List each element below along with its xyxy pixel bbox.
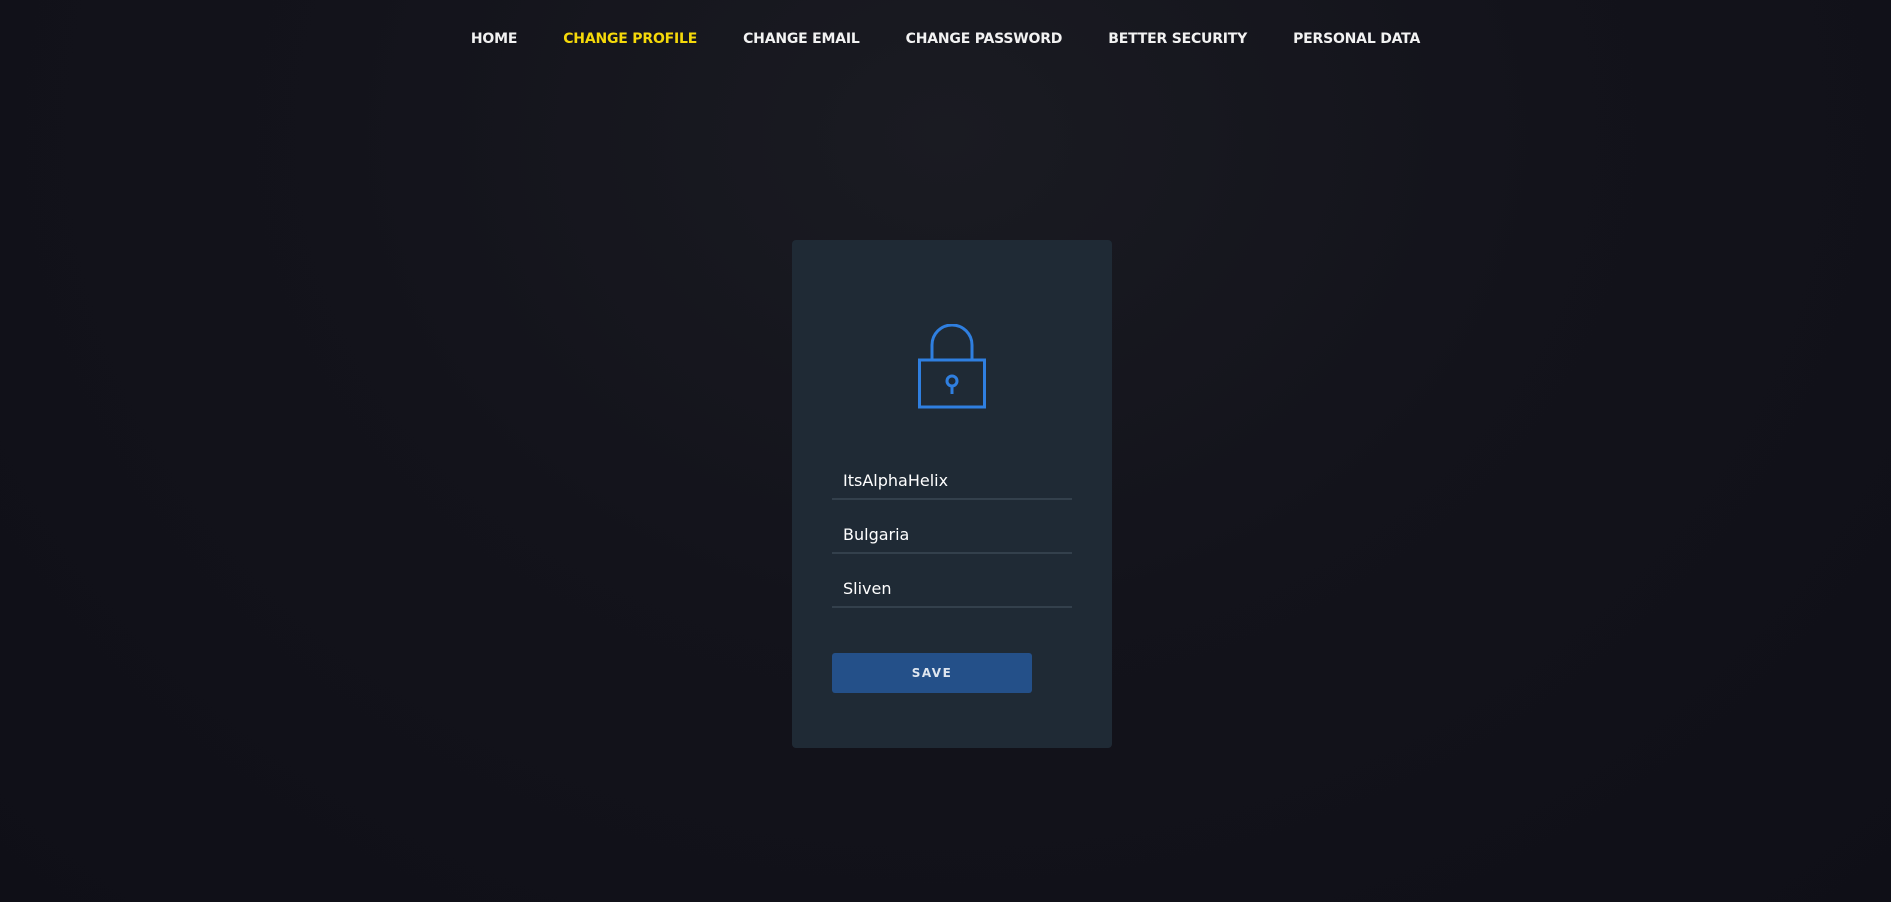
nav-change-password[interactable]: CHANGE PASSWORD bbox=[906, 31, 1063, 47]
city-field[interactable] bbox=[832, 570, 1072, 608]
nav-better-security[interactable]: BETTER SECURITY bbox=[1108, 31, 1247, 47]
save-button[interactable]: SAVE bbox=[832, 653, 1032, 693]
nav-personal-data[interactable]: PERSONAL DATA bbox=[1293, 31, 1420, 47]
top-navigation: HOME CHANGE PROFILE CHANGE EMAIL CHANGE … bbox=[0, 0, 1891, 78]
lock-icon bbox=[918, 324, 986, 409]
country-field[interactable] bbox=[832, 516, 1072, 554]
profile-card: SAVE bbox=[792, 240, 1112, 748]
nav-change-profile[interactable]: CHANGE PROFILE bbox=[563, 31, 697, 47]
username-field[interactable] bbox=[832, 462, 1072, 500]
nav-home[interactable]: HOME bbox=[471, 31, 518, 47]
nav-change-email[interactable]: CHANGE EMAIL bbox=[743, 31, 860, 47]
